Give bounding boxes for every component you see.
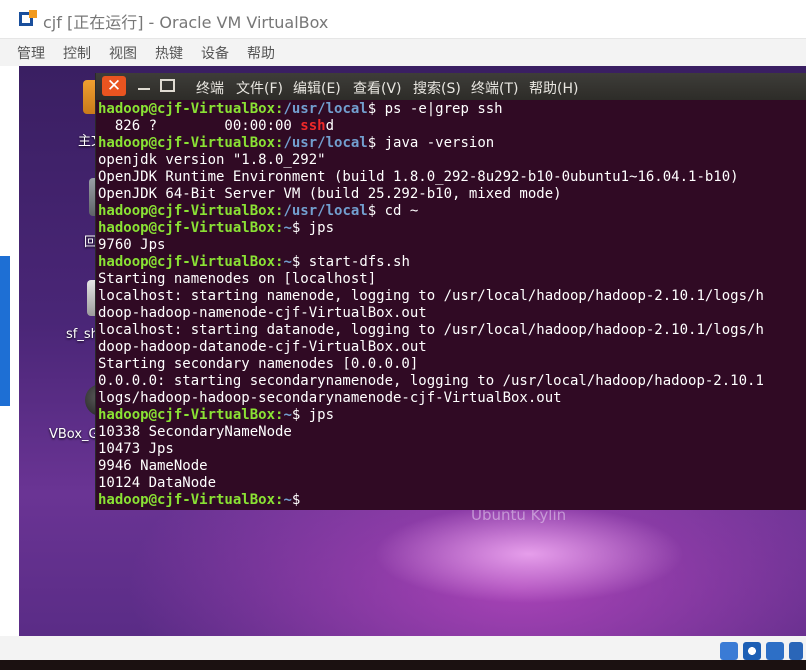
grep-match-highlight: ssh: [300, 118, 326, 134]
terminal-line: openjdk version "1.8.0_292": [98, 152, 806, 169]
menu-devices[interactable]: 设备: [201, 43, 229, 63]
terminal-line: logs/hadoop-hadoop-secondarynamenode-cjf…: [98, 390, 806, 407]
output-text: OpenJDK Runtime Environment (build 1.8.0…: [98, 169, 739, 185]
output-text: Starting secondary namenodes [0.0.0.0]: [98, 356, 419, 372]
desktop-icon-label-shared[interactable]: sf_sh: [66, 327, 99, 342]
menu-control[interactable]: 控制: [63, 43, 91, 63]
optical-drive-status-icon[interactable]: [743, 642, 761, 660]
prompt-path: ~: [283, 492, 292, 508]
terminal-line: hadoop@cjf-VirtualBox:~$ jps: [98, 220, 335, 236]
command-text: start-dfs.sh: [308, 254, 410, 270]
command-text: ps -e|grep ssh: [384, 101, 503, 117]
prompt-path: /usr/local: [283, 101, 368, 117]
host-taskbar-edge: [0, 660, 806, 670]
prompt-path: ~: [283, 220, 292, 236]
terminal-line: hadoop@cjf-VirtualBox:~$ jps: [98, 407, 335, 423]
host-left-edge: [0, 66, 19, 636]
command-text: java -version: [384, 135, 495, 151]
network-status-icon[interactable]: [789, 642, 803, 660]
menu-hotkey[interactable]: 热键: [155, 43, 183, 63]
terminal-line: localhost: starting datanode, logging to…: [98, 322, 806, 339]
terminal-menu-terminal[interactable]: 终端: [196, 78, 224, 98]
terminal-menu-view[interactable]: 查看(V): [353, 78, 402, 98]
prompt-path: ~: [283, 254, 292, 270]
prompt-user: hadoop@cjf-VirtualBox: [98, 254, 276, 270]
output-text: localhost: starting datanode, logging to…: [98, 322, 764, 338]
output-text: 0.0.0.0: starting secondarynamenode, log…: [98, 373, 764, 389]
output-text: OpenJDK 64-Bit Server VM (build 25.292-b…: [98, 186, 562, 202]
terminal-window[interactable]: ✕ 终端 文件(F) 编辑(E) 查看(V) 搜索(S) 终端(T) 帮助(H)…: [95, 73, 806, 510]
audio-status-icon[interactable]: [766, 642, 784, 660]
menu-view[interactable]: 视图: [109, 43, 137, 63]
prompt-user: hadoop@cjf-VirtualBox: [98, 101, 276, 117]
terminal-menu-edit[interactable]: 编辑(E): [293, 78, 341, 98]
output-text: Starting namenodes on [localhost]: [98, 271, 377, 287]
output-text: localhost: starting namenode, logging to…: [98, 288, 764, 304]
terminal-line: hadoop@cjf-VirtualBox:/usr/local$ java -…: [98, 135, 495, 151]
vbox-menubar: 管理 控制 视图 热键 设备 帮助: [0, 39, 806, 65]
terminal-line: 9946 NameNode: [98, 458, 806, 475]
command-text: cd ~: [384, 203, 419, 219]
minimize-icon[interactable]: [136, 78, 152, 94]
virtualbox-app-icon: [19, 10, 37, 26]
terminal-menu-help[interactable]: 帮助(H): [529, 78, 578, 98]
output-text: 9760 Jps: [98, 237, 166, 253]
terminal-menu-terminal-t[interactable]: 终端(T): [471, 78, 518, 98]
terminal-line: hadoop@cjf-VirtualBox:/usr/local$ ps -e|…: [98, 101, 503, 117]
output-text: doop-hadoop-namenode-cjf-VirtualBox.out: [98, 305, 427, 321]
output-text: 9946 NameNode: [98, 458, 208, 474]
terminal-line: Starting secondary namenodes [0.0.0.0]: [98, 356, 806, 373]
output-text: 10338 SecondaryNameNode: [98, 424, 292, 440]
terminal-line: hadoop@cjf-VirtualBox:~$: [98, 492, 309, 508]
prompt-user: hadoop@cjf-VirtualBox: [98, 492, 276, 508]
prompt-user: hadoop@cjf-VirtualBox: [98, 203, 276, 219]
output-text: 826 ? 00:00:00: [98, 118, 301, 134]
terminal-line: OpenJDK 64-Bit Server VM (build 25.292-b…: [98, 186, 806, 203]
terminal-line: 9760 Jps: [98, 237, 806, 254]
terminal-menu-search[interactable]: 搜索(S): [413, 78, 461, 98]
output-text: openjdk version "1.8.0_292": [98, 152, 326, 168]
terminal-line: doop-hadoop-datanode-cjf-VirtualBox.out: [98, 339, 806, 356]
hard-disk-status-icon[interactable]: [720, 642, 738, 660]
terminal-line: localhost: starting namenode, logging to…: [98, 288, 806, 305]
window-title: cjf [正在运行] - Oracle VM VirtualBox: [43, 13, 329, 32]
terminal-line: 10124 DataNode: [98, 475, 806, 492]
terminal-line: doop-hadoop-namenode-cjf-VirtualBox.out: [98, 305, 806, 322]
terminal-line: Starting namenodes on [localhost]: [98, 271, 806, 288]
maximize-icon[interactable]: [160, 79, 175, 92]
prompt-user: hadoop@cjf-VirtualBox: [98, 407, 276, 423]
terminal-titlebar[interactable]: ✕ 终端 文件(F) 编辑(E) 查看(V) 搜索(S) 终端(T) 帮助(H): [96, 73, 806, 100]
terminal-line: 826 ? 00:00:00 sshd: [98, 118, 806, 135]
output-text: 10473 Jps: [98, 441, 174, 457]
terminal-line: OpenJDK Runtime Environment (build 1.8.0…: [98, 169, 806, 186]
terminal-line: 10338 SecondaryNameNode: [98, 424, 806, 441]
vbox-titlebar[interactable]: cjf [正在运行] - Oracle VM VirtualBox: [0, 0, 806, 39]
output-text: 10124 DataNode: [98, 475, 217, 491]
command-text: jps: [308, 220, 335, 236]
prompt-user: hadoop@cjf-VirtualBox: [98, 220, 276, 236]
terminal-menu-file[interactable]: 文件(F): [236, 78, 283, 98]
prompt-path: /usr/local: [283, 135, 368, 151]
output-text: logs/hadoop-hadoop-secondarynamenode-cjf…: [98, 390, 562, 406]
terminal-line: 0.0.0.0: starting secondarynamenode, log…: [98, 373, 806, 390]
prompt-user: hadoop@cjf-VirtualBox: [98, 135, 276, 151]
menu-manage[interactable]: 管理: [17, 43, 45, 63]
virtualbox-window: cjf [正在运行] - Oracle VM VirtualBox 管理 控制 …: [0, 0, 806, 670]
terminal-output[interactable]: hadoop@cjf-VirtualBox:/usr/local$ ps -e|…: [98, 101, 806, 510]
terminal-line: hadoop@cjf-VirtualBox:~$ start-dfs.sh: [98, 254, 410, 270]
menu-help[interactable]: 帮助: [247, 43, 275, 63]
close-icon[interactable]: ✕: [102, 76, 126, 96]
output-text: doop-hadoop-datanode-cjf-VirtualBox.out: [98, 339, 427, 355]
output-text: d: [325, 118, 335, 134]
terminal-line: hadoop@cjf-VirtualBox:/usr/local$ cd ~: [98, 203, 419, 219]
prompt-path: /usr/local: [283, 203, 368, 219]
desktop-icon-label-vbox[interactable]: VBox_G: [49, 427, 99, 442]
prompt-path: ~: [283, 407, 292, 423]
terminal-line: 10473 Jps: [98, 441, 806, 458]
command-text: jps: [308, 407, 335, 423]
